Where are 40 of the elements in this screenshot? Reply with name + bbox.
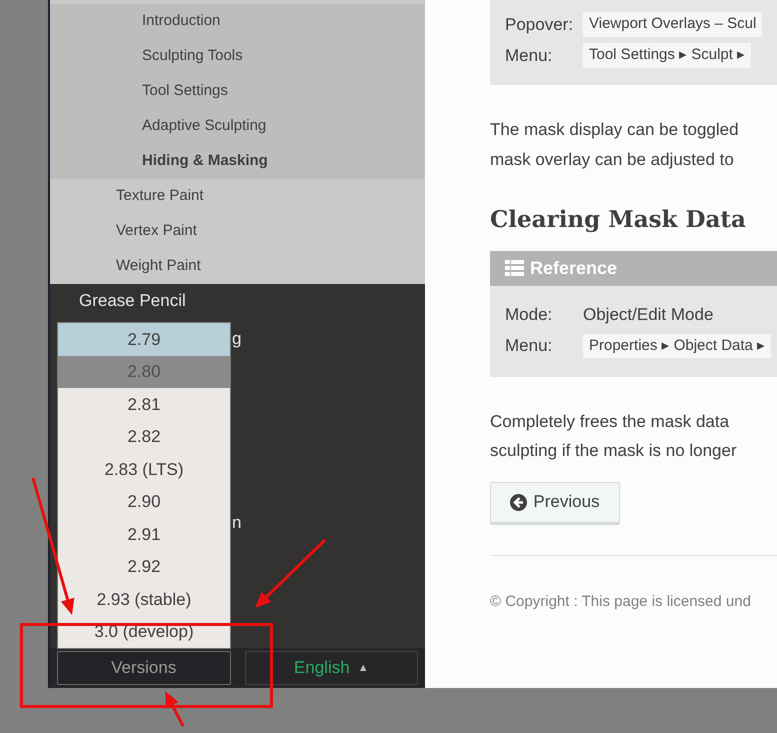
field-value: Object/Edit Mode	[583, 304, 714, 326]
sidebar-item[interactable]: Sculpting Tools	[142, 45, 243, 68]
reference-title: Reference	[530, 256, 618, 280]
field-label: Mode:	[505, 304, 554, 326]
paragraph-line: The mask display can be toggled	[490, 119, 740, 141]
dropdown-option[interactable]: 2.81	[58, 388, 230, 420]
section-heading: Clearing Mask Data	[490, 205, 747, 235]
list-icon	[505, 260, 524, 276]
menu-path: Viewport Overlays – Scul	[583, 12, 762, 37]
field-label: Popover:	[505, 14, 574, 36]
sidebar-item[interactable]: n	[232, 510, 242, 536]
sidebar-item[interactable]: Vertex Paint	[116, 220, 197, 243]
sidebar-item[interactable]: Introduction	[142, 10, 220, 33]
language-button[interactable]: English ▲	[244, 651, 418, 685]
paragraph-line: Completely frees the mask data	[490, 410, 730, 432]
sidebar-item[interactable]: Tool Settings	[142, 80, 228, 103]
annotation-arrow	[255, 538, 326, 608]
sidebar-item[interactable]: g	[232, 326, 242, 352]
sidebar-item[interactable]: Weight Paint	[116, 255, 201, 278]
sidebar-item[interactable]: Texture Paint	[116, 185, 204, 208]
dropdown-option[interactable]: 2.93 (stable)	[58, 583, 230, 616]
dropdown-option[interactable]: 2.82	[58, 420, 230, 453]
field-label: Menu:	[505, 335, 554, 358]
previous-button[interactable]: Previous	[490, 482, 620, 524]
sidebar-item[interactable]: Grease Pencil	[79, 288, 186, 314]
annotation-arrow	[165, 691, 184, 727]
dropdown-option[interactable]: 2.91	[58, 518, 230, 550]
dropdown-option[interactable]: 2.90	[58, 486, 230, 518]
menu-path: Properties ▸ Object Data ▸	[583, 334, 772, 358]
field-label: Menu:	[505, 44, 554, 67]
menu-path: Tool Settings ▸ Sculpt ▸	[583, 43, 752, 68]
dropdown-option[interactable]: 2.83 (LTS)	[58, 453, 230, 486]
sidebar-item[interactable]: Adaptive Sculpting	[142, 115, 266, 138]
dropdown-option[interactable]: 2.79	[58, 323, 230, 356]
dropdown-option[interactable]: 2.92	[58, 550, 230, 583]
versions-button[interactable]: Versions	[57, 651, 230, 685]
paragraph-line: mask overlay can be adjusted to	[490, 149, 735, 171]
copyright-text: © Copyright : This page is licensed und	[490, 592, 752, 612]
paragraph-line: sculpting if the mask is no longer	[490, 440, 738, 462]
sidebar-item[interactable]: Hiding & Masking	[142, 150, 268, 173]
